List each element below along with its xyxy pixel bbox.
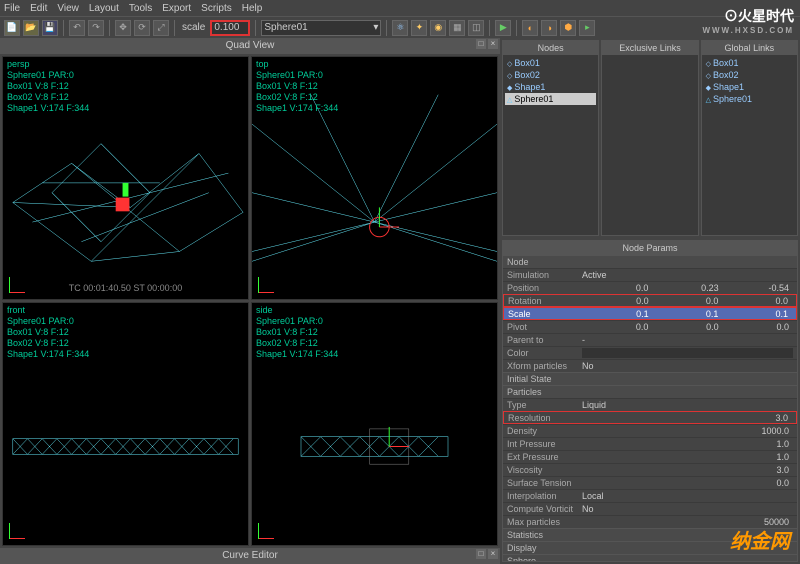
scale-icon[interactable]: ⤢ (153, 20, 169, 36)
param-pivot[interactable]: Pivot0.00.00.0 (503, 320, 797, 333)
menu-file[interactable]: File (4, 3, 20, 14)
watermark-hxsd: ⊙火星时代 WWW.HXSD.COM (702, 6, 794, 35)
link-item[interactable]: Shape1 (704, 81, 795, 93)
viewport-persp[interactable]: persp Sphere01 PAR:0 Box01 V:8 F:12 Box0… (2, 56, 249, 300)
exclusive-links-title: Exclusive Links (602, 41, 697, 55)
quad-grid: persp Sphere01 PAR:0 Box01 V:8 F:12 Box0… (0, 54, 500, 548)
param-simulation[interactable]: SimulationActive (503, 268, 797, 281)
node-item[interactable]: Box02 (505, 69, 596, 81)
undo-icon[interactable]: ↶ (69, 20, 85, 36)
watermark-najin: 纳金网 (730, 525, 790, 554)
curve-editor-title[interactable]: Curve Editor □× (0, 548, 500, 564)
sim-a-icon[interactable]: ◐ (522, 20, 538, 36)
tool-d-icon[interactable]: ▦ (449, 20, 465, 36)
menu-tools[interactable]: Tools (129, 3, 152, 14)
axis-gizmo (258, 273, 278, 293)
nodes-panel: Nodes Box01 Box02 Shape1 Sphere01 (502, 40, 599, 236)
link-item[interactable]: Box02 (704, 69, 795, 81)
open-icon[interactable]: 📂 (23, 20, 39, 36)
tool-b-icon[interactable]: ✦ (411, 20, 427, 36)
menu-export[interactable]: Export (162, 3, 191, 14)
redo-icon[interactable]: ↷ (88, 20, 104, 36)
sim-b-icon[interactable]: ◑ (541, 20, 557, 36)
panel-min-icon[interactable]: □ (476, 549, 486, 559)
menu-view[interactable]: View (57, 3, 79, 14)
param-resolution[interactable]: Resolution3.0 (503, 411, 797, 424)
toolbar: 📄 📂 💾 ↶ ↷ ✥ ⟳ ⤢ scale Sphere01 ▾ ⚛ ✦ ◉ ▦… (0, 16, 800, 38)
vp-persp-info: persp Sphere01 PAR:0 Box01 V:8 F:12 Box0… (7, 59, 89, 114)
param-ext-pressure[interactable]: Ext Pressure1.0 (503, 450, 797, 463)
section-particles[interactable]: Particles (503, 385, 797, 398)
panel-min-icon[interactable]: □ (476, 39, 486, 49)
sim-c-icon[interactable]: ⬢ (560, 20, 576, 36)
axis-gizmo (258, 519, 278, 539)
play-icon[interactable]: ▶ (495, 20, 511, 36)
param-position[interactable]: Position0.00.23-0.54 (503, 281, 797, 294)
menu-layout[interactable]: Layout (89, 3, 119, 14)
move-icon[interactable]: ✥ (115, 20, 131, 36)
param-interpolation[interactable]: InterpolationLocal (503, 489, 797, 502)
save-icon[interactable]: 💾 (42, 20, 58, 36)
tool-e-icon[interactable]: ◫ (468, 20, 484, 36)
param-type[interactable]: TypeLiquid (503, 398, 797, 411)
vp-persp-time: TC 00:01:40.50 ST 00:00:00 (69, 283, 182, 293)
scale-input[interactable] (210, 20, 250, 36)
menu-help[interactable]: Help (242, 3, 263, 14)
link-item[interactable]: Sphere01 (704, 93, 795, 105)
section-sphere[interactable]: Sphere (503, 554, 797, 561)
param-rotation[interactable]: Rotation0.00.00.0 (503, 294, 797, 307)
axis-gizmo (9, 273, 29, 293)
menu-scripts[interactable]: Scripts (201, 3, 232, 14)
param-int-pressure[interactable]: Int Pressure1.0 (503, 437, 797, 450)
tool-a-icon[interactable]: ⚛ (392, 20, 408, 36)
global-links-panel: Global Links Box01 Box02 Shape1 Sphere01 (701, 40, 798, 236)
tool-c-icon[interactable]: ◉ (430, 20, 446, 36)
viewport-front[interactable]: front Sphere01 PAR:0 Box01 V:8 F:12 Box0… (2, 302, 249, 546)
link-item[interactable]: Box01 (704, 57, 795, 69)
param-parent[interactable]: Parent to- (503, 333, 797, 346)
viewport-top[interactable]: top Sphere01 PAR:0 Box01 V:8 F:12 Box02 … (251, 56, 498, 300)
viewport-side[interactable]: side Sphere01 PAR:0 Box01 V:8 F:12 Box02… (251, 302, 498, 546)
node-item[interactable]: Shape1 (505, 81, 596, 93)
param-density[interactable]: Density1000.0 (503, 424, 797, 437)
chevron-down-icon: ▾ (373, 22, 378, 33)
new-icon[interactable]: 📄 (4, 20, 20, 36)
param-surface-tension[interactable]: Surface Tension0.0 (503, 476, 797, 489)
vp-top-info: top Sphere01 PAR:0 Box01 V:8 F:12 Box02 … (256, 59, 338, 114)
rotate-icon[interactable]: ⟳ (134, 20, 150, 36)
axis-gizmo (9, 519, 29, 539)
exclusive-links-panel: Exclusive Links (601, 40, 698, 236)
param-viscosity[interactable]: Viscosity3.0 (503, 463, 797, 476)
object-combo-value: Sphere01 (264, 22, 307, 33)
panel-close-icon[interactable]: × (488, 39, 498, 49)
node-item[interactable]: Box01 (505, 57, 596, 69)
menu-edit[interactable]: Edit (30, 3, 47, 14)
menubar: File Edit View Layout Tools Export Scrip… (0, 0, 800, 16)
node-item-selected[interactable]: Sphere01 (505, 93, 596, 105)
param-scale[interactable]: Scale0.10.10.1 (503, 307, 797, 320)
node-params-panel: Node Params Node SimulationActive Positi… (502, 240, 798, 562)
sim-play-icon[interactable]: ▸ (579, 20, 595, 36)
object-combo[interactable]: Sphere01 ▾ (261, 20, 381, 36)
param-xform[interactable]: Xform particlesNo (503, 359, 797, 372)
param-color[interactable]: Color (503, 346, 797, 359)
vp-front-info: front Sphere01 PAR:0 Box01 V:8 F:12 Box0… (7, 305, 89, 360)
section-node[interactable]: Node (503, 255, 797, 268)
nodes-title: Nodes (503, 41, 598, 55)
panel-close-icon[interactable]: × (488, 549, 498, 559)
node-params-title: Node Params (503, 241, 797, 255)
section-initial-state[interactable]: Initial State (503, 372, 797, 385)
quad-view-title: Quad View □× (0, 38, 500, 54)
scale-label: scale (182, 22, 205, 33)
param-vorticity[interactable]: Compute VorticitNo (503, 502, 797, 515)
vp-side-info: side Sphere01 PAR:0 Box01 V:8 F:12 Box02… (256, 305, 338, 360)
global-links-title: Global Links (702, 41, 797, 55)
